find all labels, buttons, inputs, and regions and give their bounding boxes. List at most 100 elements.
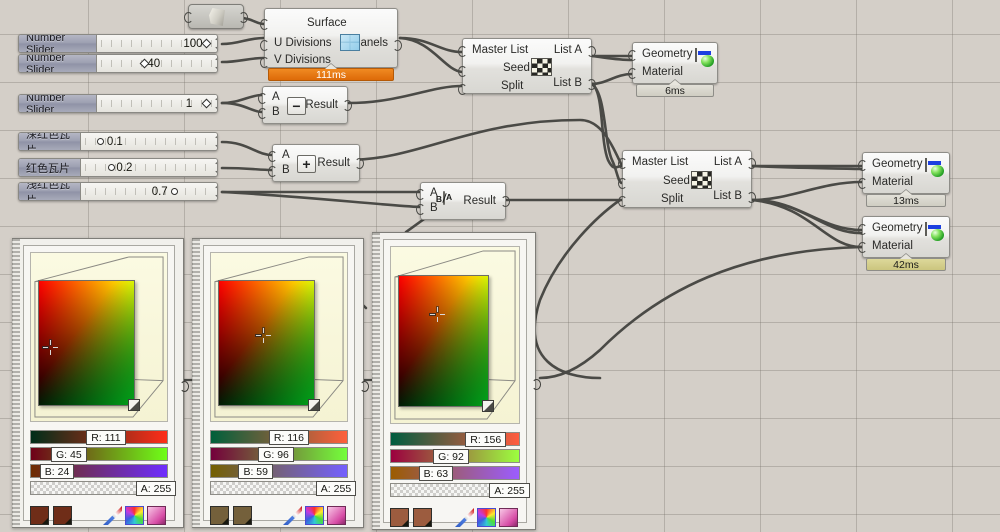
add-input-a-port[interactable] xyxy=(268,151,277,162)
division-component[interactable]: A B Result A B xyxy=(420,182,506,220)
custom-preview-component-2[interactable]: Geometry Material xyxy=(862,152,950,194)
v-divisions-input-port[interactable] xyxy=(260,57,269,68)
channel-slider-b[interactable]: B: 63 xyxy=(390,466,520,480)
split-input-port[interactable] xyxy=(458,84,467,95)
channel-slider-b[interactable]: B: 59 xyxy=(210,464,348,478)
list-a-output-port[interactable] xyxy=(747,158,756,169)
panel-frame-component[interactable]: Surface U Divisions V Divisions Panels xyxy=(264,8,398,68)
channel-slider-r[interactable]: R: 116 xyxy=(210,430,348,444)
master-list-component-2[interactable]: Master List Seed Split List A List B xyxy=(622,150,752,208)
pink-cube-icon[interactable] xyxy=(499,508,518,527)
colour-cube-canvas[interactable] xyxy=(390,246,520,424)
colour-crosshair[interactable] xyxy=(256,328,271,343)
number-slider-6[interactable]: 浅红色瓦片0.7 xyxy=(18,182,218,201)
addition-component[interactable]: A B Result + xyxy=(272,144,360,182)
surface-param-output-port[interactable] xyxy=(239,12,248,23)
pink-cube-icon[interactable] xyxy=(327,506,346,525)
subtract-input-a-port[interactable] xyxy=(258,93,267,104)
material-input-port[interactable] xyxy=(628,68,637,79)
split-input-port[interactable] xyxy=(618,196,627,207)
slider-track[interactable]: 0.7 xyxy=(81,183,217,200)
swatch-current[interactable] xyxy=(30,506,49,525)
colour-crosshair[interactable] xyxy=(430,307,445,322)
number-slider-2[interactable]: Number Slider40 xyxy=(18,54,218,73)
channel-slider-g[interactable]: G: 92 xyxy=(390,449,520,463)
slider-label[interactable]: Number Slider xyxy=(19,55,97,72)
slider-label[interactable]: 深红色瓦片 xyxy=(19,133,81,150)
slider-label[interactable]: Number Slider xyxy=(19,95,97,112)
slider-output-port[interactable] xyxy=(214,38,218,49)
material-input-port[interactable] xyxy=(858,178,867,189)
subtract-output-port[interactable] xyxy=(343,100,352,111)
colour-picker-2[interactable]: R: 116 G: 96 B: 59 A: 255 xyxy=(192,238,364,528)
cube-resize-handle[interactable] xyxy=(482,400,494,412)
channel-slider-g[interactable]: G: 45 xyxy=(30,447,168,461)
divide-input-b-port[interactable] xyxy=(416,204,425,215)
swatch-previous[interactable] xyxy=(233,506,252,525)
swatch-current[interactable] xyxy=(210,506,229,525)
add-input-b-port[interactable] xyxy=(268,166,277,177)
slider-output-port[interactable] xyxy=(214,58,218,69)
channel-slider-a[interactable]: A: 255 xyxy=(210,481,348,495)
material-input-port[interactable] xyxy=(858,242,867,253)
channel-slider-g[interactable]: G: 96 xyxy=(210,447,348,461)
colour-cube-canvas[interactable] xyxy=(30,252,168,422)
number-slider-3[interactable]: Number Slider1 xyxy=(18,94,218,113)
colour-crosshair[interactable] xyxy=(43,340,58,355)
slider-label[interactable]: Number Slider xyxy=(19,35,97,52)
list-b-output-port[interactable] xyxy=(747,192,756,203)
cube-resize-handle[interactable] xyxy=(128,399,140,411)
divide-output-port[interactable] xyxy=(501,196,510,207)
slider-track[interactable]: 0.2 xyxy=(81,159,217,176)
cube-resize-handle[interactable] xyxy=(308,399,320,411)
number-slider-5[interactable]: 红色瓦片0.2 xyxy=(18,158,218,177)
colour-wheel-icon[interactable] xyxy=(125,506,144,525)
eyedropper-icon[interactable] xyxy=(455,508,474,527)
colour-picker-1[interactable]: R: 111 G: 45 B: 24 A: 255 xyxy=(12,238,184,528)
colour-wheel-icon[interactable] xyxy=(477,508,496,527)
custom-preview-component-3[interactable]: Geometry Material xyxy=(862,216,950,258)
geometry-input-port[interactable] xyxy=(858,224,867,235)
custom-preview-component-1[interactable]: Geometry Material xyxy=(632,42,718,84)
geometry-input-port[interactable] xyxy=(628,50,637,61)
colour-picker-3[interactable]: R: 156G: 92B: 63A: 255 xyxy=(372,232,536,530)
channel-slider-b[interactable]: B: 24 xyxy=(30,464,168,478)
colour-wheel-icon[interactable] xyxy=(305,506,324,525)
seed-input-port[interactable] xyxy=(618,178,627,189)
slider-output-port[interactable] xyxy=(214,186,218,197)
eyedropper-icon[interactable] xyxy=(283,506,302,525)
slider-track[interactable]: 0.1 xyxy=(81,133,217,150)
eyedropper-icon[interactable] xyxy=(103,506,122,525)
channel-slider-a[interactable]: A: 255 xyxy=(30,481,168,495)
surface-param-input-port[interactable] xyxy=(184,12,193,23)
subtraction-component[interactable]: A B Result − xyxy=(262,86,348,124)
slider-track[interactable]: 40 xyxy=(97,55,217,72)
master-list-component-1[interactable]: Master List Seed Split List A List B xyxy=(462,38,592,94)
geometry-input-port[interactable] xyxy=(858,160,867,171)
u-divisions-input-port[interactable] xyxy=(260,40,269,51)
picker-output-port[interactable] xyxy=(180,381,189,392)
picker-output-port[interactable] xyxy=(532,379,541,390)
list-a-output-port[interactable] xyxy=(587,46,596,57)
add-output-port[interactable] xyxy=(355,158,364,169)
divide-input-a-port[interactable] xyxy=(416,189,425,200)
number-slider-4[interactable]: 深红色瓦片0.1 xyxy=(18,132,218,151)
channel-slider-r[interactable]: R: 111 xyxy=(30,430,168,444)
slider-label[interactable]: 红色瓦片 xyxy=(19,159,81,176)
list-b-output-port[interactable] xyxy=(587,79,596,90)
grasshopper-canvas[interactable]: Surface U Divisions V Divisions Panels 1… xyxy=(0,0,1000,532)
seed-input-port[interactable] xyxy=(458,66,467,77)
slider-grip[interactable] xyxy=(171,188,178,195)
swatch-previous[interactable] xyxy=(413,508,432,527)
surface-param-component[interactable] xyxy=(188,4,244,29)
slider-output-port[interactable] xyxy=(214,136,218,147)
surface-input-port[interactable] xyxy=(260,19,269,30)
swatch-current[interactable] xyxy=(390,508,409,527)
swatch-previous[interactable] xyxy=(53,506,72,525)
subtract-input-b-port[interactable] xyxy=(258,108,267,119)
pink-cube-icon[interactable] xyxy=(147,506,166,525)
channel-slider-r[interactable]: R: 156 xyxy=(390,432,520,446)
slider-label[interactable]: 浅红色瓦片 xyxy=(19,183,81,200)
slider-output-port[interactable] xyxy=(214,162,218,173)
master-list-input-port[interactable] xyxy=(458,46,467,57)
